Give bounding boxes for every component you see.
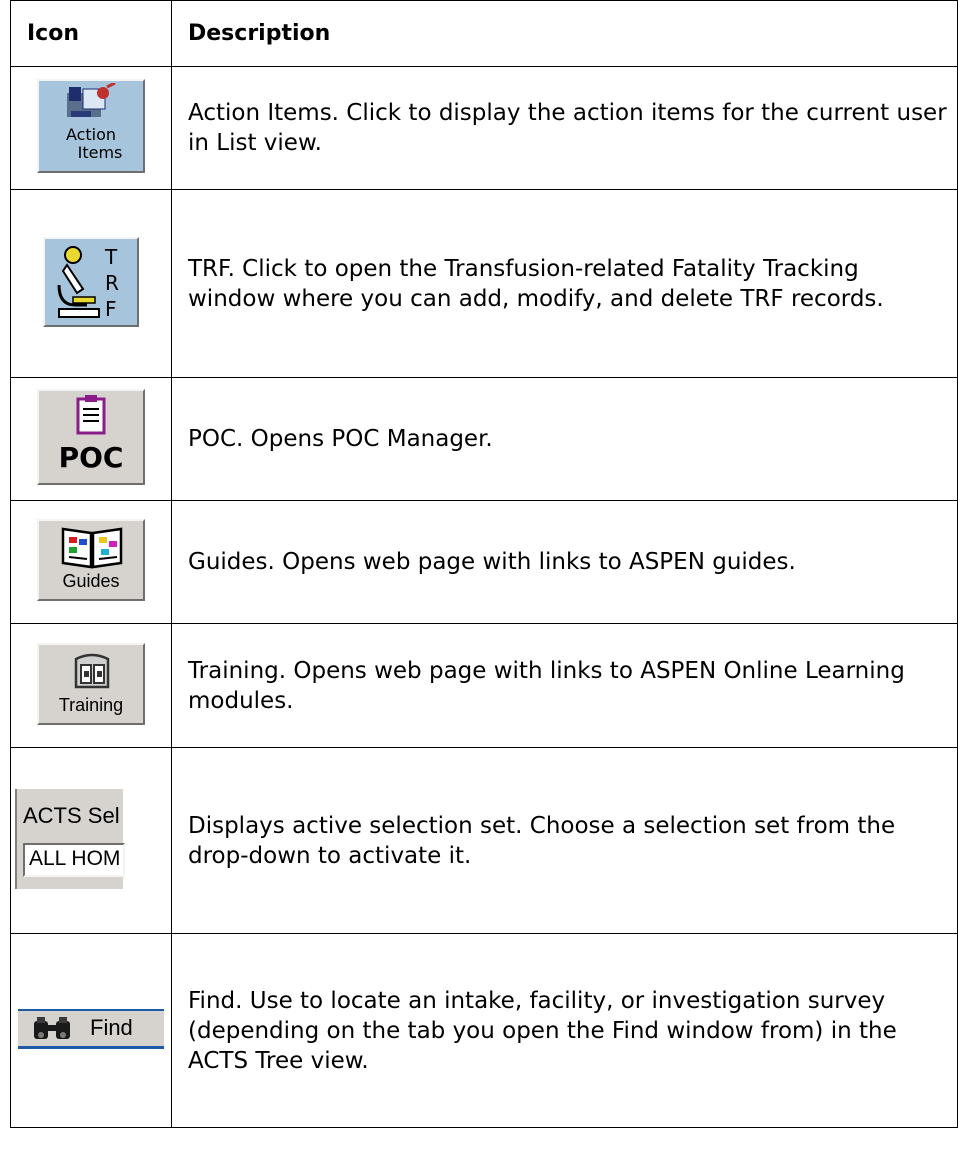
table-row: Action Items Action Items. Click to disp… [10, 66, 958, 190]
table-row: T R F TRF. Click to open the Transfusion… [10, 189, 958, 378]
icon-cell: T R F [10, 189, 172, 378]
icon-cell: Find [10, 933, 172, 1128]
description-cell: Guides. Opens web page with links to ASP… [171, 500, 958, 624]
binoculars-icon [34, 1016, 70, 1039]
guides-book-icon [61, 527, 123, 569]
poc-label: POC [58, 441, 124, 474]
table-header-row: Icon Description [10, 0, 958, 67]
icon-cell: Guides [10, 500, 172, 624]
selection-set-title: ACTS Sel [23, 802, 120, 828]
icon-cell: POC [10, 377, 172, 501]
trf-microscope-icon [57, 245, 100, 318]
description-cell: Find. Use to locate an intake, facility,… [171, 933, 958, 1128]
table-row: Guides Guides. Opens web page with links… [10, 500, 958, 624]
training-button[interactable]: Training [37, 642, 145, 725]
find-label: Find [90, 1014, 133, 1040]
table-row: Training Training. Opens web page with l… [10, 623, 958, 748]
trf-label-t: T [105, 244, 118, 269]
action-items-label-2: Items [77, 143, 123, 162]
selection-set-value: ALL HOM [29, 846, 121, 870]
description-cell: TRF. Click to open the Transfusion-relat… [171, 189, 958, 378]
description-column-header: Description [171, 0, 958, 67]
description-cell: Displays active selection set. Choose a … [171, 747, 958, 934]
table-row: POC POC. Opens POC Manager. [10, 377, 958, 501]
selection-set-dropdown[interactable]: ACTS Sel ALL HOM [15, 788, 125, 889]
table-row: Find Find. Use to locate an intake, faci… [10, 933, 958, 1128]
icon-cell: Action Items [10, 66, 172, 190]
action-items-label-1: Action [65, 125, 117, 144]
table-row: ACTS Sel ALL HOM Displays active selecti… [10, 747, 958, 934]
training-icon [74, 653, 110, 688]
description-cell: Action Items. Click to display the actio… [171, 66, 958, 190]
trf-label-r: R [105, 270, 119, 295]
guides-label: Guides [62, 571, 120, 591]
trf-button[interactable]: T R F [43, 236, 139, 327]
description-cell: POC. Opens POC Manager. [171, 377, 958, 501]
action-items-icon [67, 83, 116, 117]
icon-cell: Training [10, 623, 172, 748]
trf-label-f: F [105, 296, 117, 321]
icon-cell: ACTS Sel ALL HOM [10, 747, 172, 934]
find-button[interactable]: Find [18, 1008, 164, 1049]
training-label: Training [58, 694, 124, 715]
action-items-button[interactable]: Action Items [37, 79, 145, 173]
guides-button[interactable]: Guides [37, 519, 145, 601]
poc-clipboard-icon [76, 395, 106, 435]
poc-button[interactable]: POC [37, 389, 145, 485]
icon-column-header: Icon [10, 0, 172, 67]
icon-description-table: Icon Description Action Items Action Ite… [10, 0, 958, 1128]
description-cell: Training. Opens web page with links to A… [171, 623, 958, 748]
selection-set-value-box[interactable]: ALL HOM [23, 842, 125, 877]
